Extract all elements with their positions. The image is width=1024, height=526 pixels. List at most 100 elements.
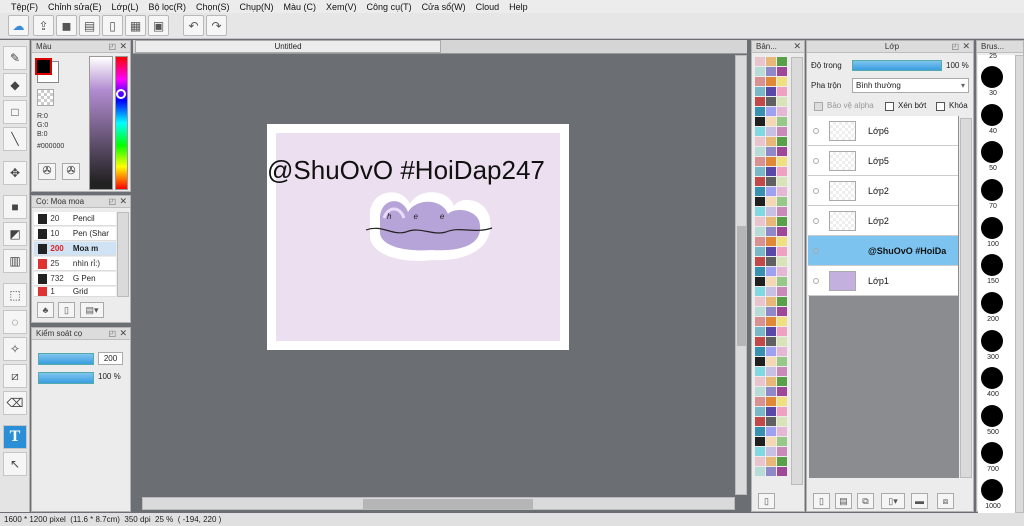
color-swatch[interactable] <box>755 447 765 456</box>
hue-handle[interactable] <box>116 89 126 99</box>
color-swatch[interactable] <box>755 467 765 476</box>
transparent-color-swatch[interactable] <box>37 89 54 106</box>
swatch-add-icon[interactable]: ▯ <box>758 493 775 509</box>
color-swatch[interactable] <box>755 57 765 66</box>
brush-size-scrollbar[interactable] <box>1015 55 1024 513</box>
palette-settings-icon[interactable]: ✇ <box>62 163 80 180</box>
color-swatch[interactable] <box>755 67 765 76</box>
visibility-icon[interactable] <box>813 127 819 134</box>
color-swatch[interactable] <box>755 407 765 416</box>
color-swatch[interactable] <box>766 257 776 266</box>
layer-opacity-slider[interactable] <box>852 60 942 71</box>
color-swatch[interactable] <box>755 307 765 316</box>
visibility-icon[interactable] <box>813 157 819 164</box>
color-swatch[interactable] <box>766 307 776 316</box>
brush-size-dot[interactable] <box>981 330 1003 352</box>
color-swatch[interactable] <box>777 307 787 316</box>
color-swatch[interactable] <box>766 77 776 86</box>
color-swatch[interactable] <box>755 117 765 126</box>
brush-item-moa-moa[interactable]: 200 Moa m <box>34 242 116 256</box>
color-swatch[interactable] <box>755 187 765 196</box>
color-swatch[interactable] <box>777 387 787 396</box>
color-swatch[interactable] <box>766 367 776 376</box>
color-swatch[interactable] <box>755 137 765 146</box>
color-swatch[interactable] <box>766 447 776 456</box>
color-swatch[interactable] <box>755 397 765 406</box>
horizontal-scroll-thumb[interactable] <box>363 499 533 509</box>
menu-cloud[interactable]: Cloud <box>471 2 505 12</box>
color-swatch[interactable] <box>777 317 787 326</box>
grid-settings-icon[interactable]: ▦ <box>125 15 146 36</box>
color-swatch[interactable] <box>766 127 776 136</box>
protect-alpha-checkbox[interactable] <box>814 102 823 111</box>
color-swatch[interactable] <box>777 337 787 346</box>
color-swatch[interactable] <box>777 187 787 196</box>
color-swatch[interactable] <box>777 117 787 126</box>
palette-icon[interactable]: ✇ <box>38 163 56 180</box>
hue-slider[interactable] <box>115 56 128 190</box>
select-pen-icon[interactable]: ⧄ <box>3 364 27 388</box>
color-swatch[interactable] <box>766 387 776 396</box>
visibility-icon[interactable] <box>813 217 819 224</box>
brush-size-value[interactable]: 200 <box>98 352 123 365</box>
color-swatch[interactable] <box>755 387 765 396</box>
color-swatch[interactable] <box>777 377 787 386</box>
color-swatch[interactable] <box>755 207 765 216</box>
color-swatch[interactable] <box>766 137 776 146</box>
lasso-tool-icon[interactable]: ◌ <box>3 310 27 334</box>
color-swatch[interactable] <box>777 417 787 426</box>
color-swatch[interactable] <box>755 237 765 246</box>
color-swatch[interactable] <box>777 177 787 186</box>
color-swatch[interactable] <box>766 267 776 276</box>
color-swatch[interactable] <box>755 367 765 376</box>
color-swatch[interactable] <box>777 437 787 446</box>
color-swatch[interactable] <box>766 297 776 306</box>
color-swatch[interactable] <box>777 237 787 246</box>
folder-icon[interactable]: ▬ <box>911 493 928 509</box>
color-swatch[interactable] <box>755 277 765 286</box>
brush-list-scrollbar[interactable] <box>117 212 129 297</box>
color-swatch[interactable] <box>777 77 787 86</box>
color-swatch[interactable] <box>777 427 787 436</box>
color-swatch[interactable] <box>766 147 776 156</box>
color-swatch[interactable] <box>755 417 765 426</box>
color-swatch[interactable] <box>777 227 787 236</box>
brush-size-dot[interactable] <box>981 367 1003 389</box>
color-swatch[interactable] <box>777 257 787 266</box>
color-swatch[interactable] <box>766 227 776 236</box>
visibility-icon[interactable] <box>813 277 819 284</box>
layer-options-icon[interactable]: ▯▾ <box>881 493 905 509</box>
color-swatch[interactable] <box>777 167 787 176</box>
color-swatch[interactable] <box>766 287 776 296</box>
menu-filter[interactable]: Bộ lọc(R) <box>143 2 191 12</box>
color-swatch[interactable] <box>777 467 787 476</box>
canvas-horizontal-scrollbar[interactable] <box>142 497 735 510</box>
color-swatch[interactable] <box>766 457 776 466</box>
clip-checkbox[interactable] <box>885 102 894 111</box>
color-swatch[interactable] <box>755 177 765 186</box>
color-swatch[interactable] <box>766 237 776 246</box>
color-swatch[interactable] <box>755 157 765 166</box>
operation-tool-icon[interactable]: ↖ <box>3 452 27 476</box>
color-swatch[interactable] <box>777 357 787 366</box>
bucket-tool-icon[interactable]: ◩ <box>3 222 27 246</box>
color-swatch[interactable] <box>777 297 787 306</box>
color-swatch[interactable] <box>755 217 765 226</box>
layer-row[interactable]: Lớp5 <box>808 146 958 176</box>
color-swatch[interactable] <box>755 267 765 276</box>
visibility-icon[interactable] <box>813 247 819 254</box>
menu-color[interactable]: Màu (C) <box>279 2 322 12</box>
menu-help[interactable]: Help <box>504 2 533 12</box>
color-swatch[interactable] <box>777 457 787 466</box>
color-swatch[interactable] <box>777 287 787 296</box>
color-swatch[interactable] <box>777 87 787 96</box>
color-swatch[interactable] <box>755 247 765 256</box>
menu-select[interactable]: Chọn(S) <box>191 2 235 12</box>
color-swatch[interactable] <box>766 57 776 66</box>
color-swatch[interactable] <box>766 317 776 326</box>
color-swatch[interactable] <box>766 157 776 166</box>
color-swatch[interactable] <box>777 407 787 416</box>
color-swatch[interactable] <box>766 217 776 226</box>
layer-row[interactable]: Lớp2 <box>808 176 958 206</box>
color-swatch[interactable] <box>777 207 787 216</box>
